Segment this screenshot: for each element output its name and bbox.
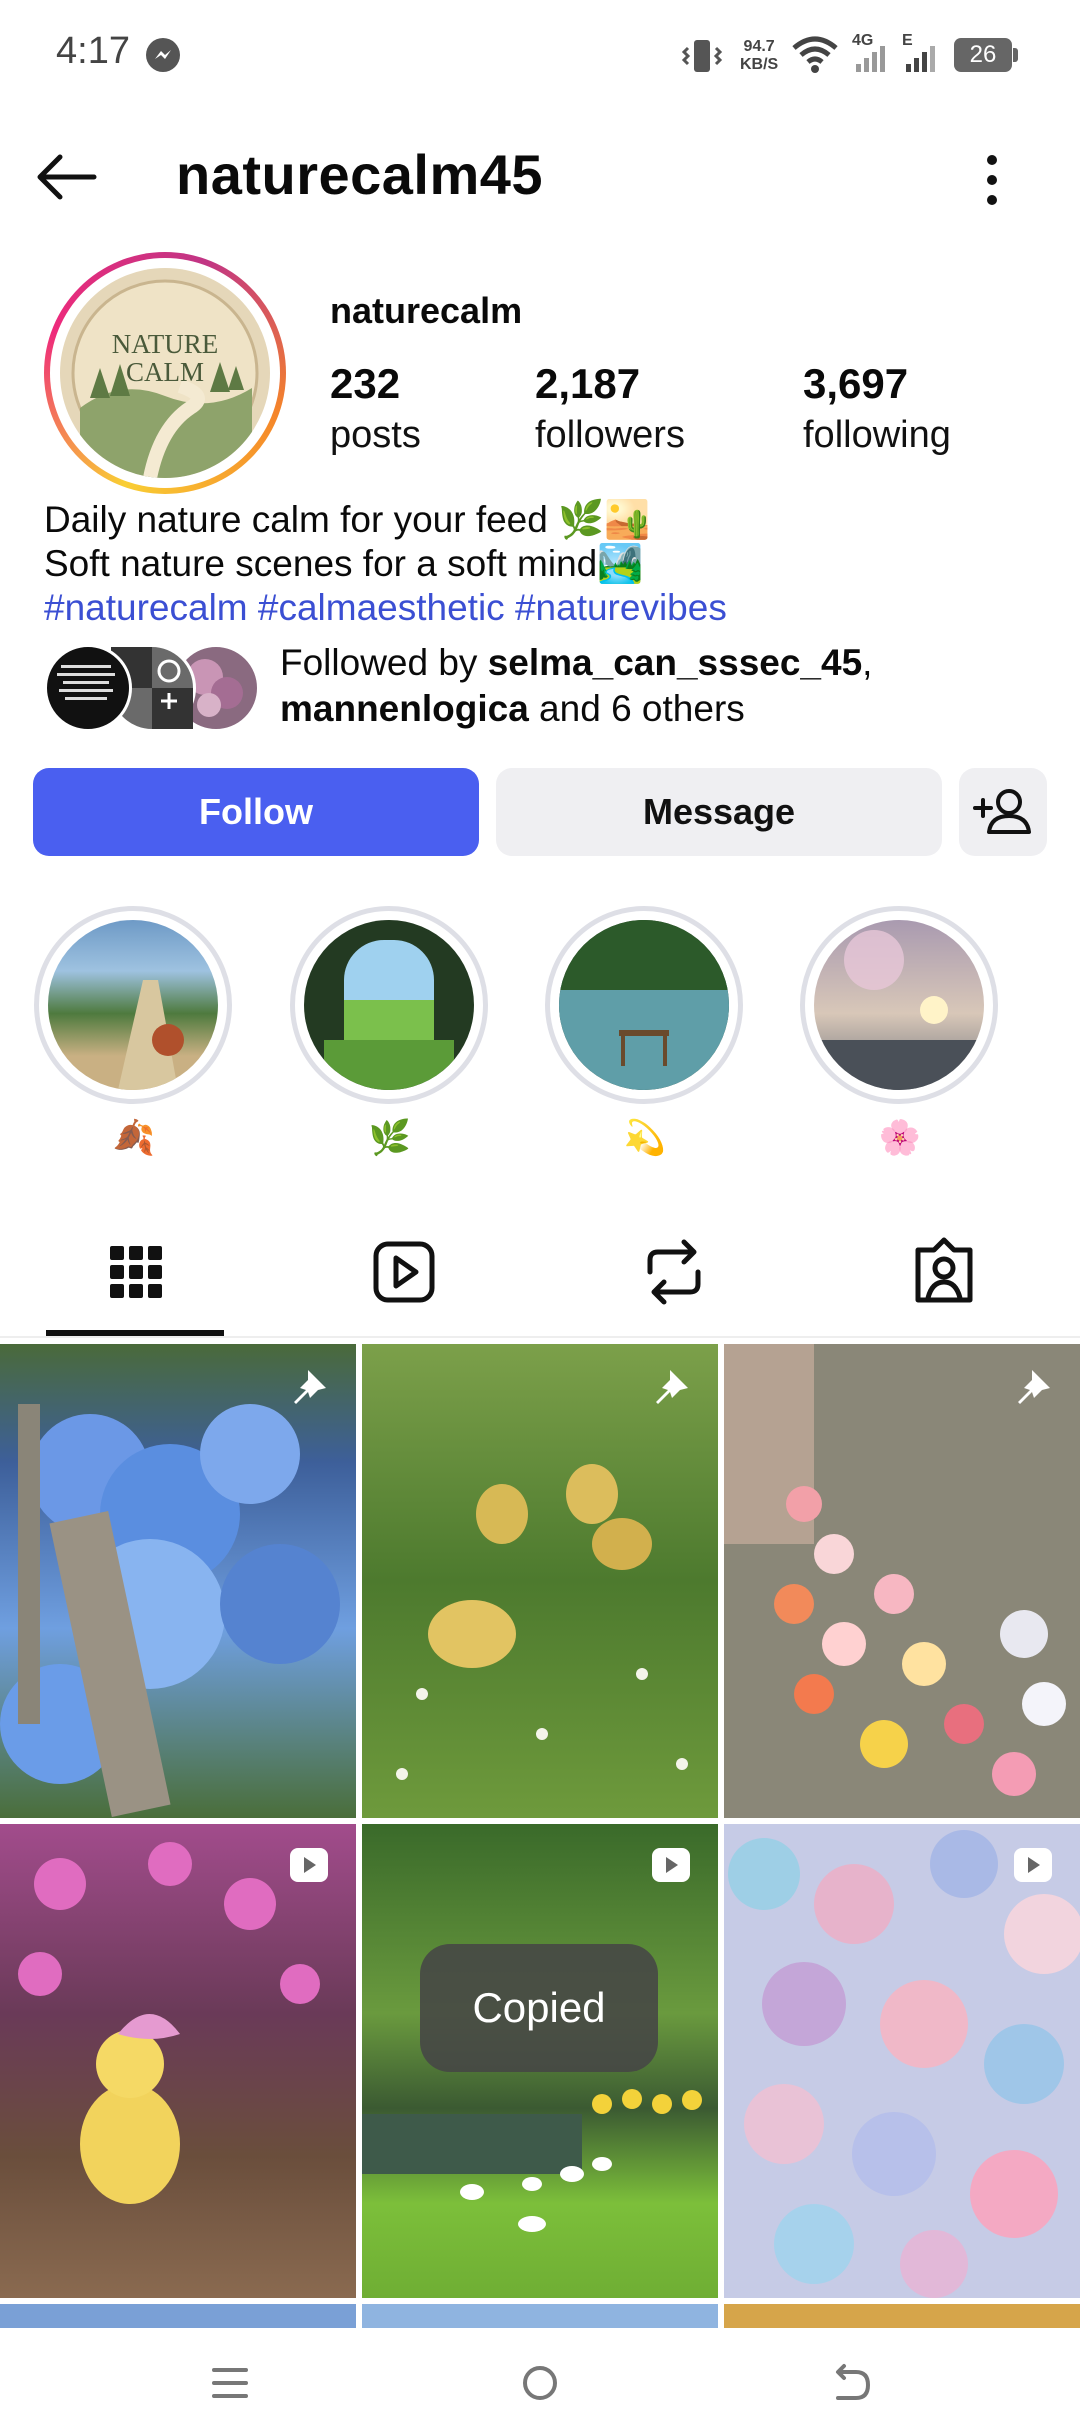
following-label[interactable]: following bbox=[803, 414, 951, 457]
status-bar: 4:17 94.7 KB/S 4G E 26 bbox=[0, 0, 1080, 110]
highlight-2-cover[interactable] bbox=[304, 920, 474, 1090]
page-title: naturecalm45 bbox=[176, 143, 544, 206]
reel-badge-icon bbox=[290, 1848, 328, 1882]
pinned-icon bbox=[656, 1370, 688, 1404]
tab-tagged[interactable] bbox=[844, 1228, 1044, 1338]
network-speed: 94.7 KB/S bbox=[740, 38, 779, 73]
recents-icon[interactable] bbox=[200, 2358, 260, 2408]
pinned-icon bbox=[294, 1370, 326, 1404]
back-button[interactable] bbox=[30, 150, 104, 204]
bio-line-2: Soft nature scenes for a soft mind🏞️ bbox=[44, 543, 644, 584]
posts-label[interactable]: posts bbox=[330, 414, 421, 457]
suggested-users-button[interactable] bbox=[959, 768, 1047, 856]
followed-user-2[interactable]: mannenlogica bbox=[280, 688, 529, 729]
followed-user-1[interactable]: selma_can_sssec_45 bbox=[488, 642, 862, 683]
tab-reels[interactable] bbox=[304, 1228, 504, 1338]
following-count[interactable]: 3,697 bbox=[803, 360, 908, 408]
bio-hashtags[interactable]: #naturecalm #calmaesthetic #naturevibes bbox=[44, 586, 727, 630]
pinned-icon bbox=[1018, 1370, 1050, 1404]
followers-count[interactable]: 2,187 bbox=[535, 360, 640, 408]
bio: Daily nature calm for your feed 🌿🏜️ Soft… bbox=[44, 498, 727, 630]
followed-by-text[interactable]: Followed by selma_can_sssec_45, mannenlo… bbox=[280, 640, 1060, 732]
post-4[interactable] bbox=[0, 1824, 356, 2298]
post-7[interactable] bbox=[0, 2304, 356, 2328]
display-name: naturecalm bbox=[330, 290, 523, 331]
wifi-icon bbox=[792, 36, 838, 73]
tab-reposts[interactable] bbox=[574, 1228, 774, 1338]
avatar-logo-text: NATURE CALM bbox=[111, 329, 219, 387]
highlight-3-label: 💫 bbox=[623, 1119, 667, 1157]
grid-icon bbox=[110, 1246, 162, 1298]
highlight-3-cover[interactable] bbox=[559, 920, 729, 1090]
post-3[interactable] bbox=[724, 1344, 1080, 1818]
more-options-icon[interactable] bbox=[972, 150, 1012, 210]
bio-line-1: Daily nature calm for your feed 🌿🏜️ bbox=[44, 499, 651, 540]
reels-icon bbox=[373, 1241, 435, 1303]
mutual-avatar-1 bbox=[44, 644, 132, 732]
copied-toast: Copied bbox=[420, 1944, 658, 2072]
highlight-1-label: 🍂 bbox=[112, 1119, 156, 1157]
highlight-4-label: 🌸 bbox=[878, 1119, 922, 1157]
reposts-icon bbox=[647, 1239, 701, 1305]
system-nav-bar bbox=[0, 2328, 1080, 2436]
messenger-icon bbox=[146, 38, 180, 72]
status-time: 4:17 bbox=[56, 30, 130, 72]
highlight-2-label: 🌿 bbox=[368, 1119, 412, 1157]
vibrate-icon bbox=[681, 40, 723, 72]
back-nav-icon[interactable] bbox=[820, 2358, 880, 2408]
battery-tip bbox=[1013, 48, 1018, 62]
post-6[interactable] bbox=[724, 1824, 1080, 2298]
add-user-icon bbox=[973, 789, 1031, 834]
follow-button[interactable]: Follow bbox=[33, 768, 479, 856]
message-button[interactable]: Message bbox=[496, 768, 942, 856]
post-9[interactable] bbox=[724, 2304, 1080, 2328]
followers-label[interactable]: followers bbox=[535, 414, 685, 457]
highlight-1-cover[interactable] bbox=[48, 920, 218, 1090]
highlight-4-cover[interactable] bbox=[814, 920, 984, 1090]
reel-badge-icon bbox=[1014, 1848, 1052, 1882]
active-tab-indicator bbox=[46, 1330, 224, 1336]
reel-badge-icon bbox=[652, 1848, 690, 1882]
post-1[interactable] bbox=[0, 1344, 356, 1818]
mutual-followers-avatars[interactable] bbox=[44, 644, 264, 732]
tagged-icon bbox=[915, 1237, 973, 1303]
tabs-divider bbox=[0, 1336, 1080, 1338]
home-icon[interactable] bbox=[510, 2358, 570, 2408]
battery-indicator: 26 bbox=[954, 38, 1012, 72]
post-8[interactable] bbox=[362, 2304, 718, 2328]
avatar[interactable]: NATURE CALM bbox=[60, 268, 270, 478]
posts-count[interactable]: 232 bbox=[330, 360, 400, 408]
post-2[interactable] bbox=[362, 1344, 718, 1818]
tab-posts-grid[interactable] bbox=[36, 1228, 236, 1338]
